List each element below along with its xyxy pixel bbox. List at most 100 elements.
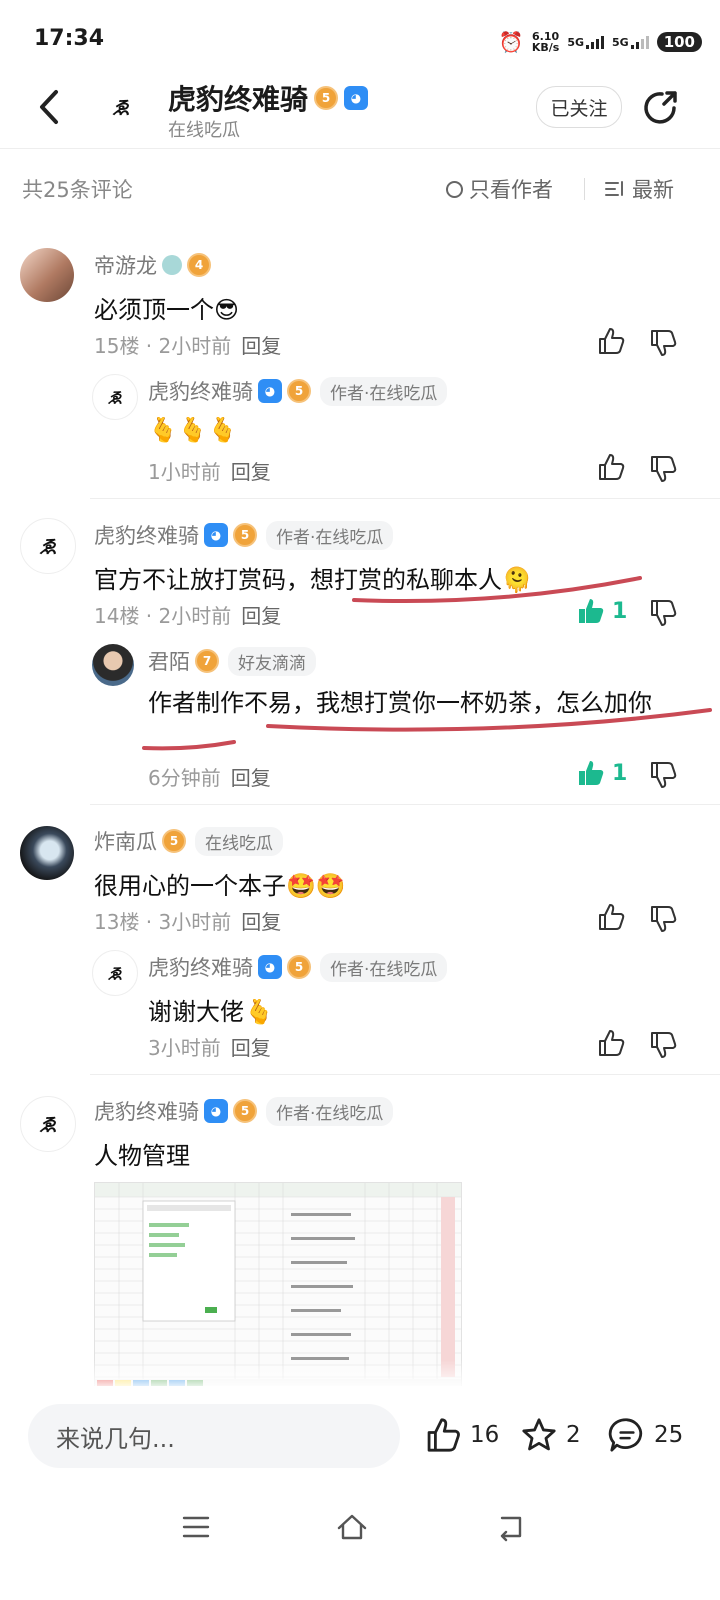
comment-text: 必须顶一个😎 — [94, 296, 240, 324]
reply-button[interactable]: 回复 — [241, 910, 281, 934]
author-logo-icon: ゑ — [107, 964, 123, 983]
status-icons: ⏰ 6.10 KB/s 5G 5G 100 — [499, 30, 702, 54]
comment-input[interactable]: 来说几句... — [28, 1404, 400, 1468]
reply-button[interactable]: 回复 — [231, 1036, 271, 1060]
game-badge-icon: ◕ — [258, 379, 282, 403]
thumbs-down-icon[interactable] — [648, 328, 678, 358]
level-badge-icon: 5 — [287, 379, 311, 403]
level-badge-icon: 5 — [233, 523, 257, 547]
sim2-signal: 5G — [612, 35, 649, 49]
avatar[interactable] — [20, 248, 74, 302]
favorite-count: 2 — [566, 1422, 581, 1448]
thumbs-down-icon[interactable] — [648, 598, 678, 628]
reply-button[interactable]: 回复 — [231, 766, 271, 790]
comment-meta: 13楼 · 3小时前 回复 — [94, 910, 282, 934]
avatar[interactable]: ゑ — [20, 518, 76, 574]
filter-divider — [584, 178, 585, 200]
sim1-signal: 5G — [567, 35, 604, 49]
level-badge-icon: 5 — [314, 86, 339, 110]
author-logo-icon: ゑ — [39, 537, 57, 558]
share-button[interactable] — [640, 88, 680, 128]
header-divider — [0, 148, 720, 149]
comment-text: 很用心的一个本子🤩🤩 — [94, 872, 346, 900]
comment-username[interactable]: 帝游龙 4 — [94, 250, 211, 280]
menu-icon[interactable] — [180, 1512, 212, 1542]
thumbs-up-icon[interactable] — [596, 1028, 626, 1058]
comment-meta: 15楼 · 2小时前 回复 — [94, 334, 282, 358]
avatar[interactable]: ゑ — [92, 950, 138, 996]
thumbs-down-icon[interactable] — [648, 760, 678, 790]
thumbs-down-icon[interactable] — [648, 904, 678, 934]
reply-username[interactable]: 虎豹终难骑 ◕ 5 作者·在线吃瓜 — [148, 952, 448, 982]
avatar[interactable] — [20, 826, 74, 880]
thumbs-up-filled-icon — [579, 761, 604, 785]
thumbs-down-icon[interactable] — [648, 454, 678, 484]
thumbs-up-icon[interactable] — [596, 452, 626, 482]
like-post-button[interactable]: 16 — [424, 1416, 499, 1454]
comment-divider — [90, 1074, 720, 1075]
comment-text: 人物管理 — [94, 1142, 190, 1170]
comment-username[interactable]: 虎豹终难骑 ◕ 5 作者·在线吃瓜 — [94, 1096, 394, 1126]
comments-button[interactable]: 25 — [608, 1416, 683, 1454]
sort-button[interactable]: 最新 — [604, 174, 674, 204]
author-avatar[interactable]: ゑ — [94, 80, 148, 134]
comment-divider — [90, 498, 720, 499]
reply-username[interactable]: 君陌 7 好友滴滴 — [148, 646, 316, 676]
follow-button[interactable]: 已关注 — [536, 86, 622, 128]
thumbs-up-filled-icon — [579, 599, 604, 623]
comment-image-attachment[interactable] — [94, 1182, 462, 1388]
reply-meta: 1小时前 回复 — [148, 460, 271, 484]
like-count: 1 — [612, 598, 628, 624]
game-badge-icon: ◕ — [258, 955, 282, 979]
back-button[interactable] — [30, 82, 70, 132]
author-name[interactable]: 虎豹终难骑 5 ◕ — [168, 78, 369, 118]
author-logo-icon: ゑ — [107, 388, 123, 407]
sort-icon — [605, 181, 623, 196]
game-badge-icon: ◕ — [344, 86, 369, 110]
like-button-active[interactable]: 1 — [576, 596, 627, 626]
reply-username[interactable]: 虎豹终难骑 ◕ 5 作者·在线吃瓜 — [148, 376, 448, 406]
game-badge-icon: ◕ — [204, 523, 228, 547]
author-subtitle: 在线吃瓜 — [168, 120, 240, 141]
level-badge-icon: 4 — [187, 253, 211, 277]
avatar[interactable]: ゑ — [20, 1096, 76, 1152]
like-count: 16 — [470, 1422, 500, 1448]
share-icon — [644, 91, 677, 124]
signal-icon — [586, 35, 604, 49]
back-nav-icon[interactable] — [494, 1512, 526, 1542]
comment-username[interactable]: 炸南瓜 5 在线吃瓜 — [94, 826, 283, 856]
signal-icon — [630, 35, 649, 49]
author-only-toggle[interactable]: 只看作者 — [446, 174, 553, 204]
comments-count: 25 — [654, 1422, 684, 1448]
net-speed: 6.10 KB/s — [531, 30, 560, 54]
comment-divider — [90, 804, 720, 805]
medal-icon — [162, 255, 182, 275]
thumbs-up-icon[interactable] — [596, 902, 626, 932]
reply-text: 🫰🫰🫰 — [148, 416, 238, 444]
comment-username[interactable]: 虎豹终难骑 ◕ 5 作者·在线吃瓜 — [94, 520, 394, 550]
level-badge-icon: 5 — [162, 829, 186, 853]
status-time: 17:34 — [34, 26, 105, 51]
avatar[interactable] — [92, 644, 134, 686]
author-tag: 作者·在线吃瓜 — [320, 952, 448, 982]
avatar[interactable]: ゑ — [92, 374, 138, 420]
game-badge-icon: ◕ — [204, 1099, 228, 1123]
home-icon[interactable] — [336, 1512, 368, 1542]
comment-meta: 14楼 · 2小时前 回复 — [94, 604, 282, 628]
user-tag: 在线吃瓜 — [195, 826, 283, 856]
reply-text: 谢谢大佬🫰 — [148, 998, 274, 1026]
reply-button[interactable]: 回复 — [231, 460, 271, 484]
level-badge-icon: 5 — [287, 955, 311, 979]
like-count: 1 — [612, 760, 628, 786]
favorite-button[interactable]: 2 — [520, 1416, 581, 1454]
reply-button[interactable]: 回复 — [241, 604, 281, 628]
like-button-active[interactable]: 1 — [576, 758, 627, 788]
thumbs-up-icon[interactable] — [596, 326, 626, 356]
reply-meta: 3小时前 回复 — [148, 1036, 271, 1060]
thumbs-down-icon[interactable] — [648, 1030, 678, 1060]
author-tag: 作者·在线吃瓜 — [266, 520, 394, 550]
author-tag: 作者·在线吃瓜 — [320, 376, 448, 406]
user-tag: 好友滴滴 — [228, 646, 316, 676]
reply-button[interactable]: 回复 — [241, 334, 281, 358]
author-logo-icon: ゑ — [112, 98, 130, 119]
